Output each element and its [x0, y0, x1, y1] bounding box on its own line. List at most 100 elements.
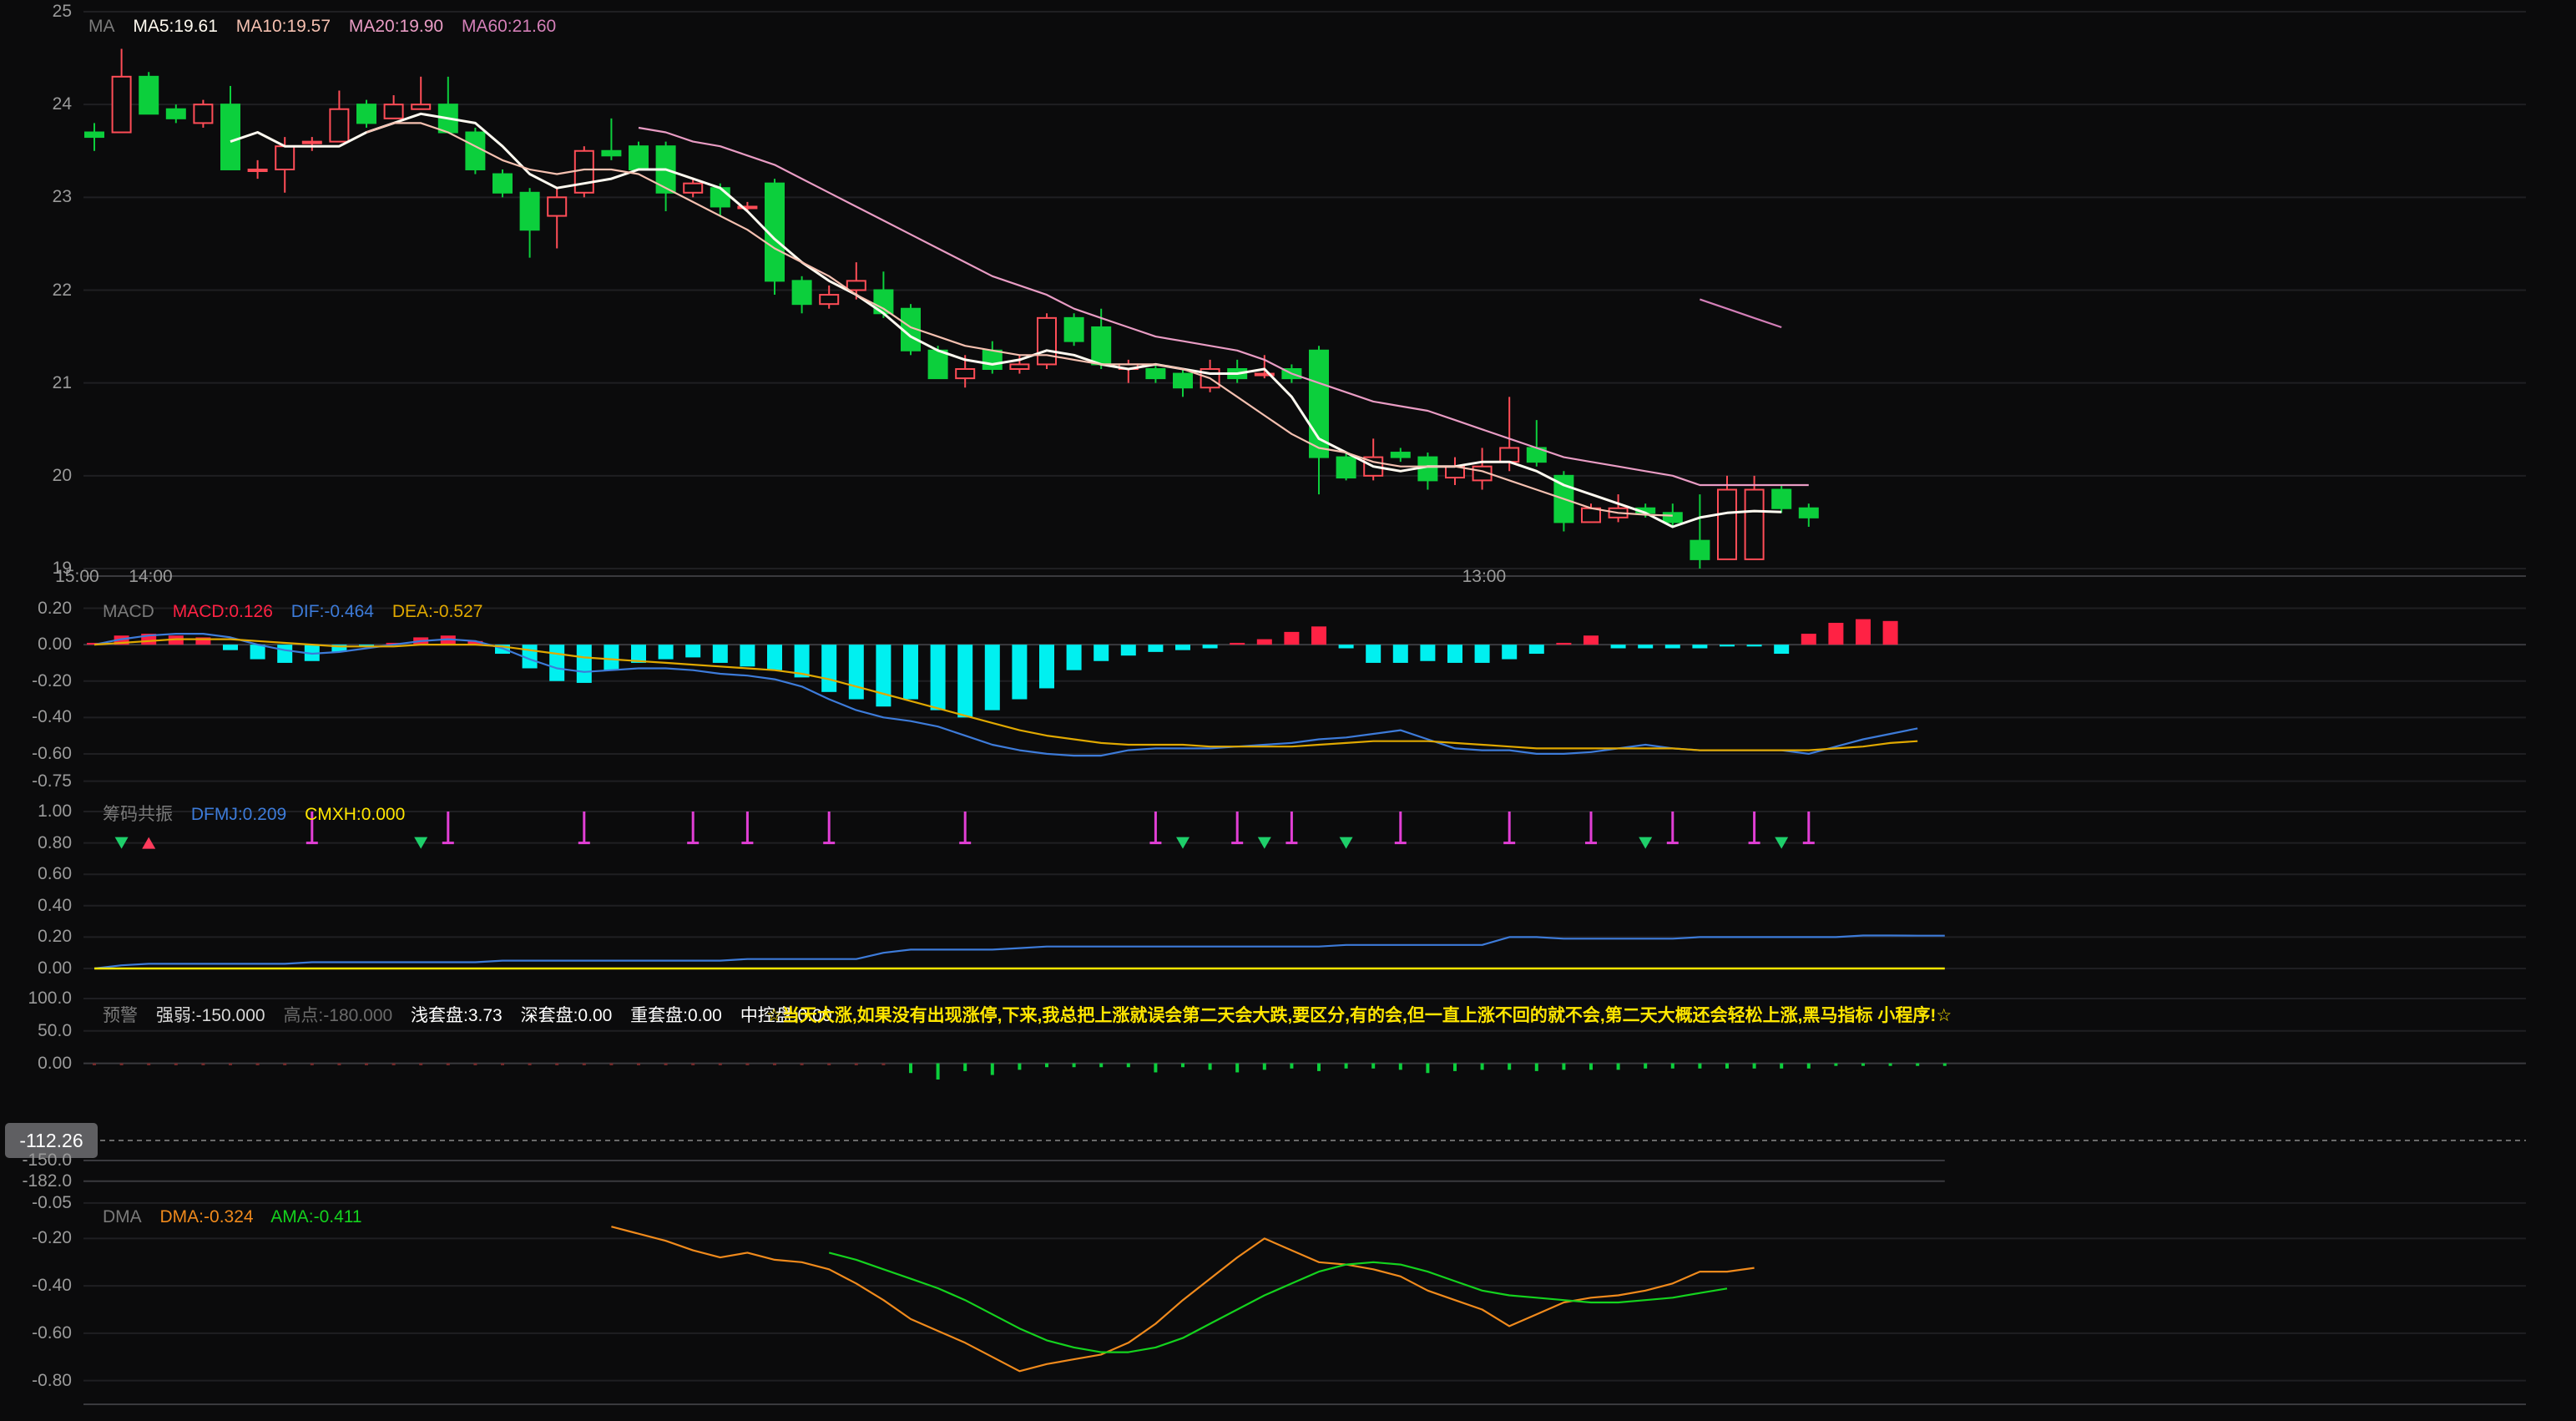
candle-up [111, 75, 132, 134]
warn-bar [1670, 1063, 1674, 1069]
ma-legend: MA MA5:19.61 MA10:19.57 MA20:19.90 MA60:… [88, 16, 569, 38]
warn-bar [555, 1063, 559, 1065]
dma-y-tick: -0.80 [32, 1370, 72, 1390]
macd-bar-negative [1638, 645, 1654, 649]
macd-bar-positive [1882, 620, 1898, 645]
candle-up [247, 168, 268, 172]
macd-bar-negative [1012, 645, 1028, 700]
macd-bar-negative [1392, 645, 1408, 663]
chart-stage[interactable]: MA MA5:19.61 MA10:19.57 MA20:19.90 MA60:… [0, 0, 2576, 1421]
macd-bar-positive [1583, 635, 1599, 645]
macd-bar-negative [223, 645, 238, 650]
indicator-chart-svg[interactable] [0, 0, 2576, 1421]
candle-down [465, 131, 486, 170]
warn-bar [1208, 1063, 1212, 1070]
warn-bar [1453, 1063, 1457, 1071]
macd-bar-negative [1039, 645, 1054, 689]
warn-y-tick: -182.0 [22, 1171, 72, 1191]
candle-up [411, 104, 432, 110]
dma-panel [83, 1201, 2526, 1382]
warn-y-tick: 100.0 [28, 989, 72, 1008]
candle-down [84, 131, 104, 139]
warn-bar [229, 1063, 232, 1065]
warn-bar [1861, 1063, 1865, 1066]
deep-trap-legend: 深套盘:0.00 [520, 1006, 613, 1025]
macd-bar-negative [740, 645, 755, 667]
warn-bar [1480, 1063, 1484, 1070]
warn-bar [1698, 1063, 1702, 1069]
macd-value-legend: MACD:0.126 [172, 602, 273, 621]
warn-bar [1752, 1063, 1756, 1069]
warn-bar [1562, 1063, 1566, 1070]
macd-bar-negative [767, 645, 782, 670]
warn-bar [1780, 1063, 1784, 1069]
macd-bar-negative [1746, 645, 1762, 647]
macd-bar-negative [1610, 645, 1626, 649]
macd-bar-negative [277, 645, 293, 663]
warn-bar [800, 1063, 804, 1065]
warn-bar [1235, 1063, 1240, 1073]
candle-down [356, 104, 376, 124]
candle-down [1091, 326, 1112, 366]
dma-legend-title: DMA [103, 1207, 142, 1226]
warn-y-tick: 0.00 [38, 1053, 72, 1073]
warn-bar [1126, 1063, 1130, 1068]
chip-panel [83, 811, 2526, 970]
macd-bar-positive [1828, 622, 1844, 645]
warn-bar [310, 1063, 314, 1065]
dif-legend: DIF:-0.464 [290, 602, 374, 621]
warn-bar [718, 1063, 722, 1065]
macd-bar-negative [821, 645, 837, 692]
warn-bar [1018, 1063, 1022, 1070]
warn-bar [174, 1063, 178, 1065]
candle-up [1717, 488, 1737, 560]
warn-bar [1806, 1063, 1811, 1069]
macd-panel [83, 607, 2526, 782]
macd-bar-negative [1502, 645, 1518, 660]
candle-down [1173, 372, 1193, 389]
macd-bar-negative [1474, 645, 1490, 663]
macd-bar-negative [1664, 645, 1680, 649]
ma-line-ma5 [230, 112, 1782, 528]
warn-bar [446, 1063, 450, 1065]
candle-down [519, 191, 540, 231]
candle-up [547, 196, 568, 217]
ma-line-ma60 [1700, 298, 1782, 329]
candle-down [1771, 488, 1792, 509]
ma-x-tick: 13:00 [1462, 567, 1507, 586]
warn-bar [1317, 1063, 1321, 1071]
dea-legend: DEA:-0.527 [391, 602, 483, 621]
warn-bar [1916, 1063, 1920, 1066]
ma20-legend: MA20:19.90 [348, 17, 444, 36]
macd-y-tick: -0.20 [32, 670, 72, 690]
ma-y-tick: 23 [52, 187, 72, 207]
candle-up [383, 104, 404, 119]
warn-y-tick: -150.0 [22, 1150, 72, 1170]
ama-line [828, 1252, 1728, 1353]
warn-bar [773, 1063, 776, 1065]
warn-bar [93, 1063, 96, 1065]
chip-y-tick: 0.60 [38, 864, 72, 884]
macd-bar-positive [1856, 619, 1871, 645]
warn-bar [1508, 1063, 1512, 1070]
ma-legend-title: MA [88, 17, 115, 36]
dma-y-tick: -0.40 [32, 1276, 72, 1296]
macd-bar-negative [848, 645, 864, 700]
candle-up [1581, 507, 1601, 523]
macd-bar-positive [1256, 639, 1272, 645]
candle-down [492, 173, 513, 194]
macd-bar-negative [1175, 645, 1190, 650]
ama-value-legend: AMA:-0.411 [270, 1207, 362, 1226]
macd-bar-negative [1094, 645, 1109, 661]
warn-bar [1262, 1063, 1266, 1070]
warn-bar [691, 1063, 695, 1065]
macd-bar-negative [984, 645, 1000, 710]
macd-bar-negative [1420, 645, 1436, 661]
macd-bar-negative [658, 645, 674, 660]
ma5-legend: MA5:19.61 [133, 17, 218, 36]
macd-bar-negative [604, 645, 619, 670]
macd-bar-positive [1284, 631, 1300, 645]
candle-down [1145, 367, 1166, 380]
candle-down [982, 349, 1003, 370]
ma-x-tick: 15:00 [55, 567, 99, 586]
